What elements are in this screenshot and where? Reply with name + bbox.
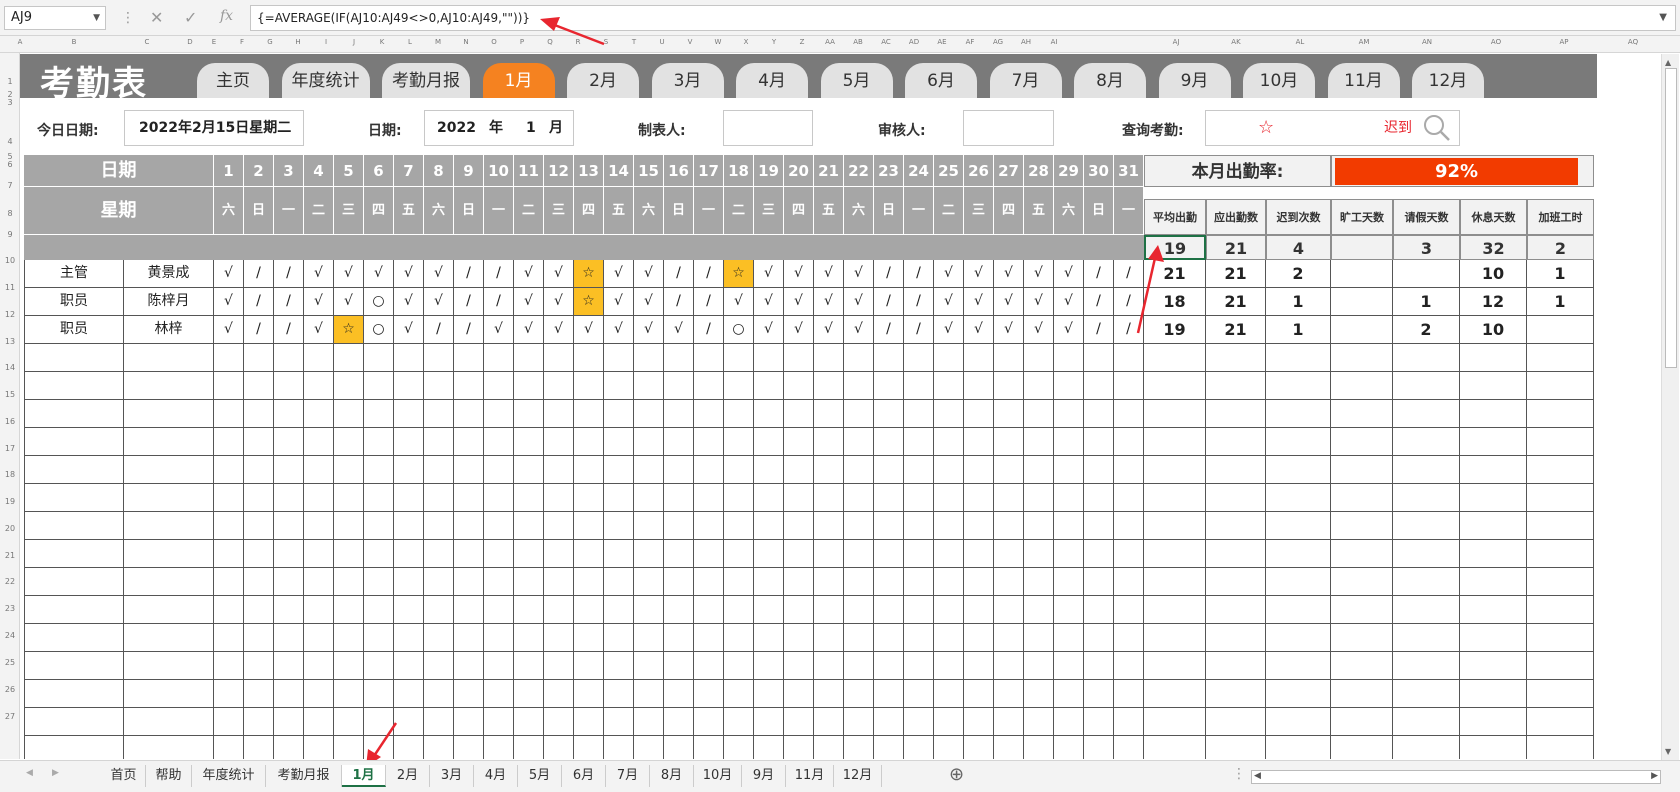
sheet-tab-12[interactable]: 8月 xyxy=(650,765,694,787)
tab-split-icon[interactable]: ⋮ xyxy=(1232,766,1246,782)
sheet-tab-5[interactable]: 1月 xyxy=(342,765,386,787)
arrow-average-cell xyxy=(1136,245,1164,334)
sheet-tab-16[interactable]: 12月 xyxy=(834,765,882,787)
sheet-tab-bar: ◀ ▶ 首页 帮助 年度统计 考勤月报 1月 2月 3月 4月 5月 6月 7月 8月 10月 9月 11月… xyxy=(0,760,1680,792)
sheet-tab-6[interactable]: 2月 xyxy=(386,765,430,787)
vertical-scrollbar[interactable]: ▲ ▼ xyxy=(1661,54,1679,760)
scroll-down-icon[interactable]: ▼ xyxy=(1665,747,1671,756)
sheet-tab-7[interactable]: 3月 xyxy=(430,765,474,787)
arrow-formula xyxy=(540,17,605,46)
sheet-tab-11[interactable]: 7月 xyxy=(606,765,650,787)
annotation-arrows xyxy=(366,17,1164,767)
add-sheet-icon[interactable]: ⊕ xyxy=(949,764,964,785)
sheet-tab-15[interactable]: 11月 xyxy=(786,765,834,787)
vertical-scroll-thumb[interactable] xyxy=(1665,68,1677,368)
scroll-tabs-right-icon[interactable]: ▶ xyxy=(52,768,59,778)
sheet-tab-2[interactable]: 帮助 xyxy=(146,765,192,787)
sheet-tab-1[interactable]: 首页 xyxy=(102,765,146,787)
scroll-left-icon[interactable]: ◀ xyxy=(1254,771,1261,781)
sheet-tab-8[interactable]: 4月 xyxy=(474,765,518,787)
horizontal-scrollbar[interactable]: ◀ ▶ xyxy=(1251,770,1661,784)
sheet-tab-3[interactable]: 年度统计 xyxy=(192,765,266,787)
sheet-tab-4[interactable]: 考勤月报 xyxy=(266,765,342,787)
scroll-up-icon[interactable]: ▲ xyxy=(1665,58,1671,67)
sheet-tab-14[interactable]: 9月 xyxy=(742,765,786,787)
scroll-tabs-left-icon[interactable]: ◀ xyxy=(26,768,33,778)
sheet-tab-10[interactable]: 6月 xyxy=(562,765,606,787)
sheet-tab-9[interactable]: 5月 xyxy=(518,765,562,787)
sheet-tab-13[interactable]: 10月 xyxy=(694,765,742,787)
scroll-right-icon[interactable]: ▶ xyxy=(1651,771,1658,781)
